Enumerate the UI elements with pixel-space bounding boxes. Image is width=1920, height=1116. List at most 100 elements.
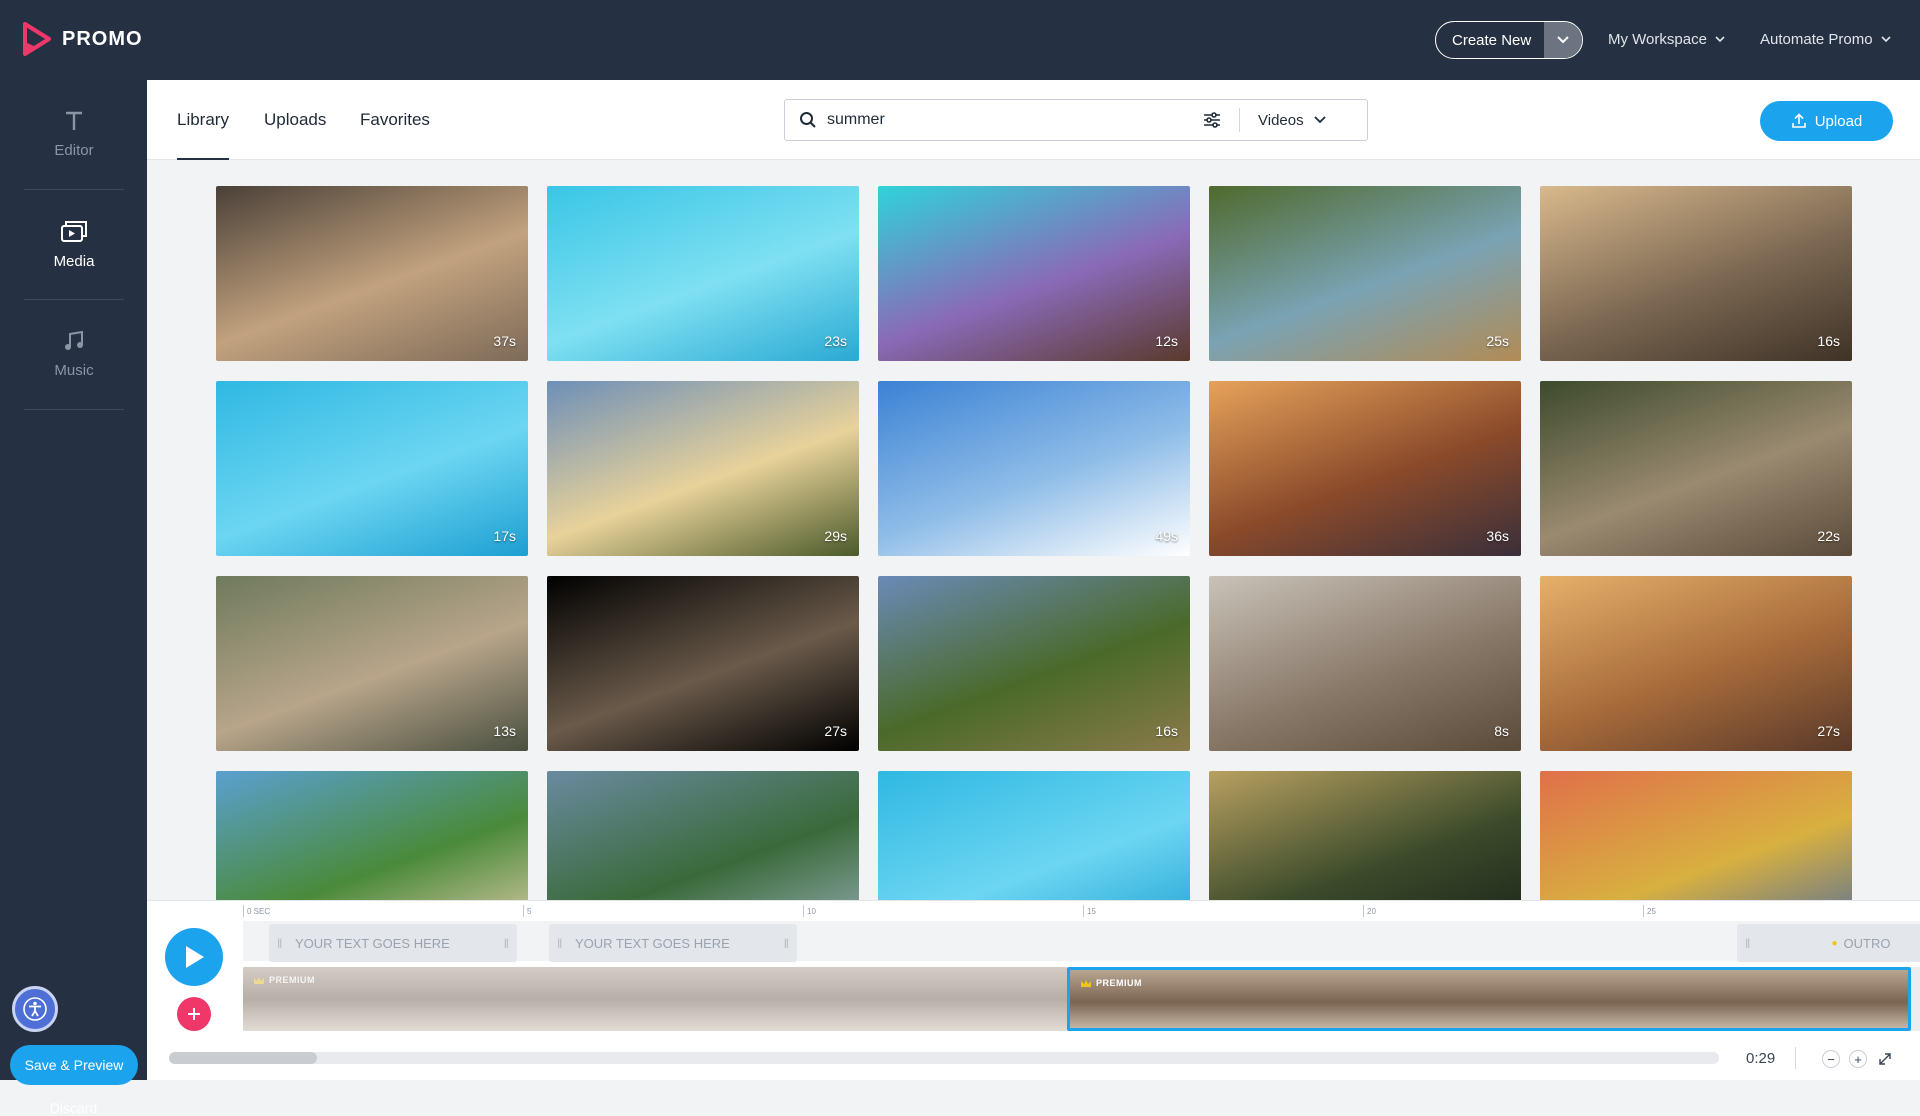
discard-button[interactable]: Discard [0, 1100, 147, 1116]
crown-icon [1081, 979, 1091, 987]
media-thumbnail[interactable] [878, 771, 1190, 900]
filmstrip-frame [383, 967, 453, 1031]
save-preview-button[interactable]: Save & Preview [10, 1045, 138, 1085]
text-track: ‖ YOUR TEXT GOES HERE ‖ ‖ YOUR TEXT GOES… [243, 921, 1920, 962]
chevron-down-icon [1557, 36, 1569, 44]
filter-sliders-icon[interactable] [1203, 112, 1221, 128]
create-new-button[interactable]: Create New [1435, 21, 1583, 59]
media-thumbnail[interactable]: 16s [1540, 186, 1852, 361]
media-thumbnail[interactable]: 16s [878, 576, 1190, 751]
media-type-select[interactable]: Videos [1258, 112, 1326, 129]
timeline-scrollbar[interactable] [169, 1052, 1719, 1064]
accessibility-button[interactable] [12, 986, 58, 1032]
scrollbar-thumb[interactable] [169, 1052, 317, 1064]
upload-button[interactable]: Upload [1760, 101, 1893, 141]
time-readout: 0:29 [1746, 1050, 1776, 1067]
drag-handle-icon[interactable]: ‖ [557, 936, 562, 951]
duration-label: 13s [493, 723, 516, 739]
media-thumbnail[interactable]: 27s [547, 576, 859, 751]
filmstrip-frame [663, 967, 733, 1031]
duration-label: 29s [824, 528, 847, 544]
filmstrip-frame [1770, 970, 1840, 1028]
filmstrip-frame [1700, 970, 1770, 1028]
media-thumbnail[interactable]: 8s [1209, 576, 1521, 751]
media-thumbnail[interactable]: 25s [1209, 186, 1521, 361]
media-thumbnail[interactable]: 23s [547, 186, 859, 361]
media-thumbnail[interactable]: 13s [216, 576, 528, 751]
media-thumbnail[interactable]: 36s [1209, 381, 1521, 556]
add-track-button[interactable] [177, 997, 211, 1031]
filmstrip-frame [313, 967, 383, 1031]
accessibility-icon [23, 997, 47, 1021]
zoom-out-button[interactable]: − [1822, 1050, 1840, 1068]
text-clip-label: YOUR TEXT GOES HERE [575, 935, 730, 951]
chevron-down-icon [1880, 36, 1891, 43]
play-button[interactable] [165, 928, 223, 986]
tab-favorites[interactable]: Favorites [360, 110, 430, 130]
media-thumbnail[interactable] [1540, 771, 1852, 900]
create-new-dropdown[interactable] [1544, 22, 1582, 58]
media-thumbnail[interactable] [216, 771, 528, 900]
sidebar-item-media[interactable]: Media [24, 190, 124, 300]
filmstrip-frame [1210, 970, 1280, 1028]
drag-handle-icon[interactable]: ‖ [277, 936, 282, 951]
duration-label: 16s [1155, 723, 1178, 739]
media-grid: 37s 23s 12s 25s 16s 17s 29s 49s 36s 22s 13s 27s 16s 8… [216, 186, 1853, 900]
media-thumbnail[interactable]: 22s [1540, 381, 1852, 556]
media-thumbnail[interactable]: 12s [878, 186, 1190, 361]
text-clip-label: YOUR TEXT GOES HERE [295, 935, 450, 951]
drag-handle-icon[interactable]: ‖ [784, 936, 789, 951]
video-clip[interactable]: PREMIUM [243, 967, 1067, 1031]
timeline: 0 SEC 5 10 15 20 25 ‖ YOUR TEXT GOES HERE ‖ ‖… [147, 900, 1920, 1080]
search-icon [800, 112, 816, 128]
sidebar-item-label: Media [53, 253, 95, 270]
chevron-down-icon [1313, 116, 1326, 124]
premium-label: PREMIUM [269, 975, 315, 985]
media-thumbnail[interactable]: 17s [216, 381, 528, 556]
sidebar-item-music[interactable]: Music [24, 300, 124, 410]
media-thumbnail[interactable]: 49s [878, 381, 1190, 556]
ruler-tick: 0 SEC [243, 905, 270, 917]
filmstrip-frame [1420, 970, 1490, 1028]
media-thumbnail[interactable] [547, 771, 859, 900]
duration-label: 49s [1155, 528, 1178, 544]
text-clip[interactable]: ‖ YOUR TEXT GOES HERE ‖ [269, 924, 517, 962]
my-workspace-menu[interactable]: My Workspace [1608, 31, 1725, 48]
duration-label: 27s [824, 723, 847, 739]
video-clip-selected[interactable]: PREMIUM [1067, 967, 1911, 1031]
drag-handle-icon[interactable]: ‖ [504, 936, 509, 951]
filmstrip-frame [1840, 970, 1908, 1028]
automate-promo-menu[interactable]: Automate Promo [1760, 31, 1891, 48]
media-thumbnail[interactable]: 29s [547, 381, 859, 556]
plus-icon [188, 1008, 200, 1020]
ruler-tick: 10 [803, 905, 816, 917]
media-icon [61, 221, 87, 242]
tab-uploads[interactable]: Uploads [264, 110, 326, 130]
video-track: PREMIUM PREMIUM [243, 967, 1920, 1031]
premium-badge: PREMIUM [1080, 978, 1142, 988]
filmstrip-frame [453, 967, 523, 1031]
ruler-tick: 25 [1643, 905, 1656, 917]
expand-button[interactable] [1876, 1050, 1894, 1068]
sidebar-item-editor[interactable]: Editor [24, 80, 124, 190]
drag-handle-icon[interactable]: ‖ [1745, 936, 1750, 951]
ruler-tick: 20 [1363, 905, 1376, 917]
ruler-tick: 15 [1083, 905, 1096, 917]
outro-clip[interactable]: ‖ ● OUTRO ‖ [1737, 924, 1920, 962]
media-thumbnail[interactable]: 27s [1540, 576, 1852, 751]
chevron-down-icon [1715, 36, 1725, 43]
filmstrip-frame [593, 967, 663, 1031]
divider [1795, 1047, 1796, 1069]
filmstrip-frame [1560, 970, 1630, 1028]
text-clip[interactable]: ‖ YOUR TEXT GOES HERE ‖ [549, 924, 797, 962]
timeline-ruler: 0 SEC 5 10 15 20 25 [243, 905, 1920, 919]
tab-library[interactable]: Library [177, 110, 229, 160]
logo[interactable]: PROMO [22, 22, 143, 56]
media-thumbnail[interactable] [1209, 771, 1521, 900]
my-workspace-label: My Workspace [1608, 31, 1707, 48]
logo-text: PROMO [62, 27, 143, 50]
media-thumbnail[interactable]: 37s [216, 186, 528, 361]
zoom-in-button[interactable]: + [1849, 1050, 1867, 1068]
search-input[interactable] [827, 111, 1197, 129]
filmstrip-frame [733, 967, 803, 1031]
